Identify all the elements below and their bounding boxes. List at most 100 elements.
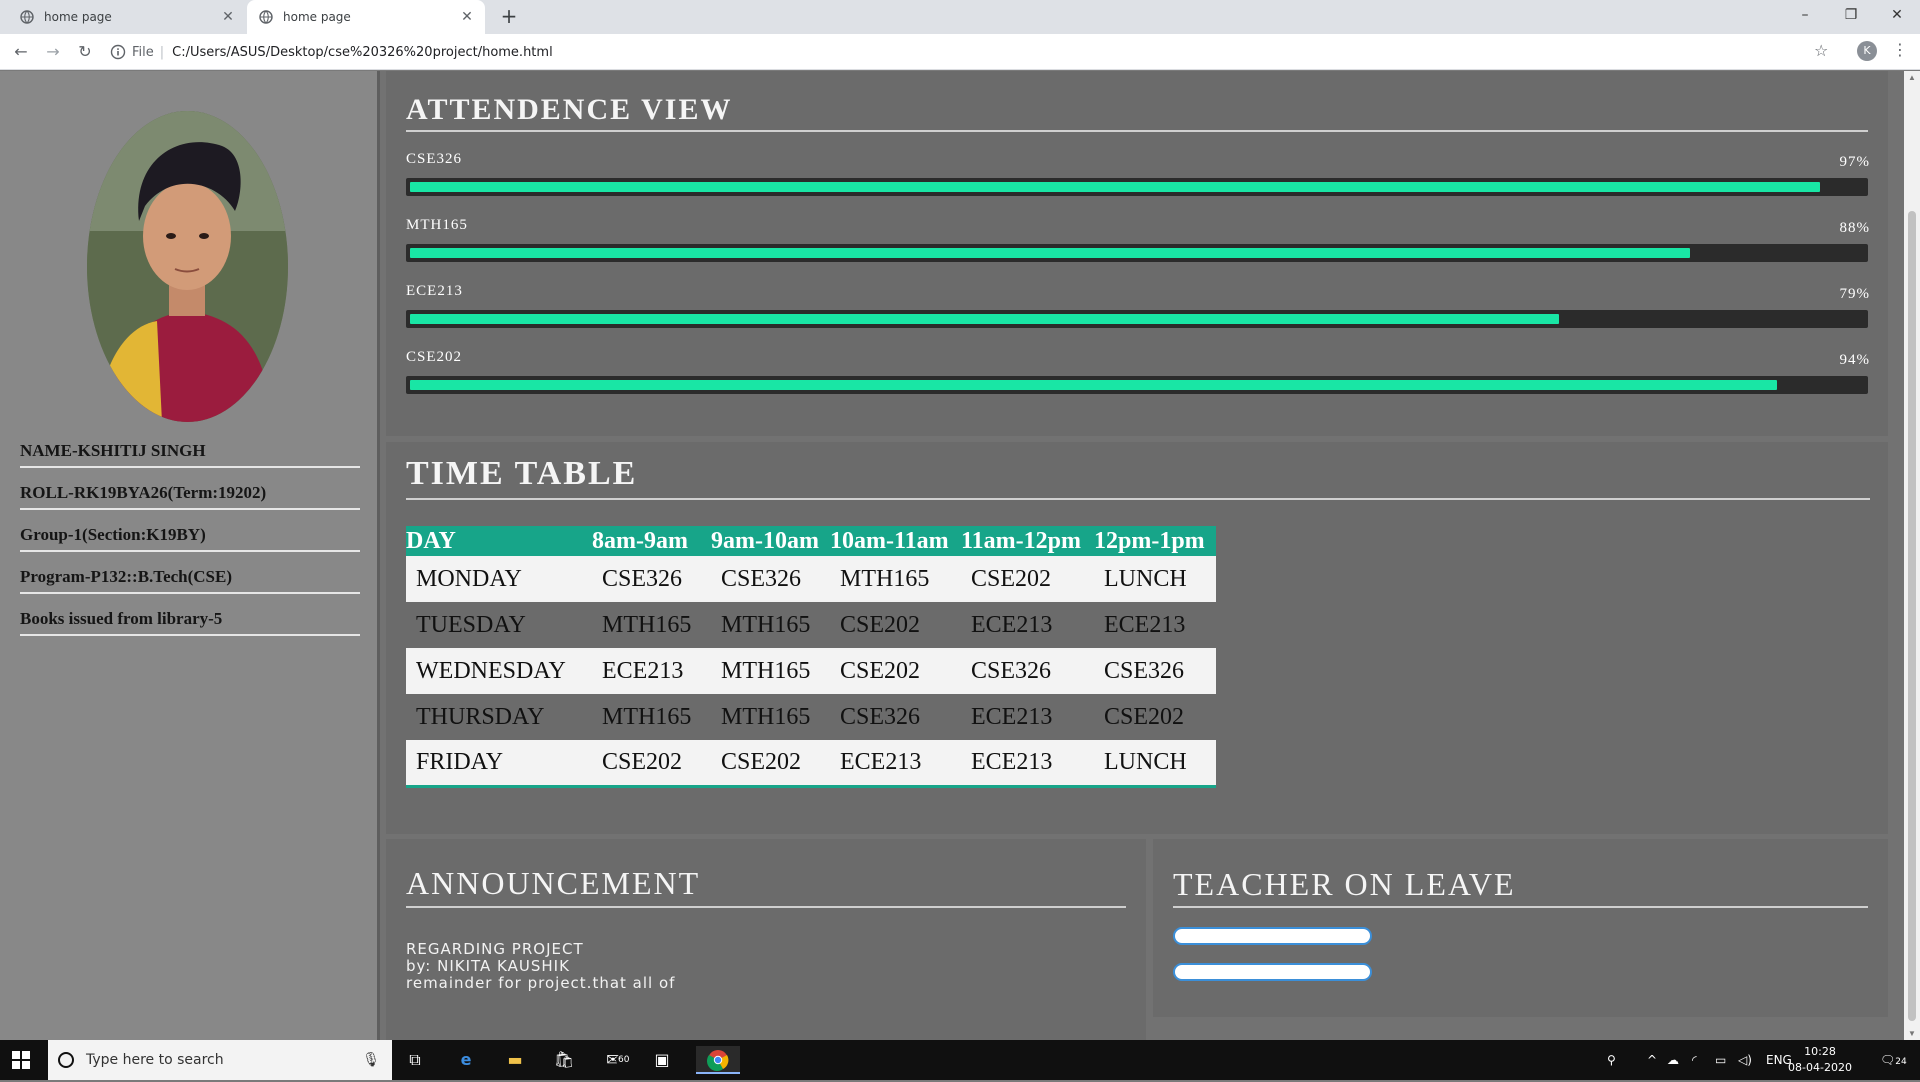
class-cell: ECE213 xyxy=(830,740,961,788)
page-viewport: NAME-KSHITIJ SINGH ROLL-RK19BYA26(Term:1… xyxy=(0,71,1904,1040)
title-divider xyxy=(406,130,1868,132)
class-cell: CSE202 xyxy=(961,556,1094,602)
progress-fill xyxy=(410,314,1559,324)
scrollbar-thumb[interactable] xyxy=(1908,211,1916,1021)
microphone-icon[interactable]: 🎙 xyxy=(362,1052,380,1068)
file-explorer-icon[interactable]: ▬ xyxy=(500,1046,530,1074)
leave-entry-field[interactable] xyxy=(1173,963,1372,981)
class-cell: CSE326 xyxy=(961,648,1094,694)
day-cell: THURSDAY xyxy=(406,694,592,740)
url-scheme-label: File xyxy=(132,44,154,60)
class-cell: MTH165 xyxy=(711,648,830,694)
address-bar[interactable]: File | C:/Users/ASUS/Desktop/cse%20326%2… xyxy=(110,38,1820,66)
notification-center-icon[interactable]: 🗨24 xyxy=(1880,1040,1907,1080)
wifi-icon[interactable]: ◜ xyxy=(1692,1040,1697,1080)
tab-title: home page xyxy=(283,10,351,24)
app-icon[interactable]: ▣ xyxy=(647,1046,677,1074)
task-view-icon[interactable]: ⧉ xyxy=(400,1046,430,1074)
taskbar-search-input[interactable]: Type here to search 🎙 xyxy=(48,1040,392,1080)
info-icon[interactable] xyxy=(110,44,126,60)
course-label: CSE326 xyxy=(406,151,463,167)
announcement-line: REGARDING PROJECT xyxy=(406,940,584,958)
announcement-panel: ANNOUNCEMENT REGARDING PROJECT by: NIKIT… xyxy=(386,839,1146,1040)
mail-icon[interactable]: ✉ 60 xyxy=(598,1046,632,1074)
class-cell: ECE213 xyxy=(592,648,711,694)
column-header: 9am-10am xyxy=(711,526,830,556)
windows-taskbar: Type here to search 🎙 ⧉ e ▬ 🛍 ✉ 60 ▣ ⚲ ^ … xyxy=(0,1040,1920,1080)
class-cell: CSE202 xyxy=(1094,694,1216,740)
class-cell: CSE202 xyxy=(830,648,961,694)
close-icon[interactable]: ✕ xyxy=(457,9,477,25)
day-cell: WEDNESDAY xyxy=(406,648,592,694)
title-divider xyxy=(406,498,1870,500)
close-icon[interactable]: ✕ xyxy=(218,9,238,25)
store-icon[interactable]: 🛍 xyxy=(549,1046,579,1074)
edge-browser-icon[interactable]: e xyxy=(451,1046,481,1074)
table-row: TUESDAY MTH165 MTH165 CSE202 ECE213 ECE2… xyxy=(406,602,1216,648)
attendance-title: ATTENDENCE VIEW xyxy=(406,93,733,126)
class-cell: ECE213 xyxy=(961,740,1094,788)
page-scrollbar[interactable]: ▲ ▼ xyxy=(1904,71,1920,1040)
announcement-line: remainder for project.that all of xyxy=(406,974,676,992)
class-cell: LUNCH xyxy=(1094,740,1216,788)
url-text[interactable]: C:/Users/ASUS/Desktop/cse%20326%20projec… xyxy=(172,45,553,60)
close-window-button[interactable]: ✕ xyxy=(1874,0,1920,30)
column-header: 10am-11am xyxy=(830,526,961,556)
scroll-down-arrow-icon[interactable]: ▼ xyxy=(1904,1029,1920,1038)
browser-tab[interactable]: home page ✕ xyxy=(8,0,246,34)
announcement-title: ANNOUNCEMENT xyxy=(406,865,701,901)
class-cell: LUNCH xyxy=(1094,556,1216,602)
search-placeholder: Type here to search xyxy=(86,1052,224,1068)
cortana-icon xyxy=(58,1052,74,1068)
chevron-up-icon[interactable]: ^ xyxy=(1647,1040,1657,1080)
timetable-heading: TIME TABLE xyxy=(406,455,638,492)
percent-label: 94% xyxy=(1839,352,1870,368)
forward-arrow-icon[interactable]: → xyxy=(42,41,64,63)
progress-fill xyxy=(410,248,1690,258)
column-header: 8am-9am xyxy=(592,526,711,556)
announcement-line: by: NIKITA KAUSHIK xyxy=(406,957,570,975)
mail-badge: 60 xyxy=(616,1054,632,1066)
percent-label: 79% xyxy=(1839,286,1870,302)
menu-kebab-icon[interactable]: ⋮ xyxy=(1892,40,1908,59)
people-icon[interactable]: ⚲ xyxy=(1607,1040,1616,1080)
attendance-panel: ATTENDENCE VIEW CSE326 97% MTH165 88% EC… xyxy=(386,71,1888,436)
onedrive-icon[interactable]: ☁ xyxy=(1667,1040,1679,1080)
leave-entry-field[interactable] xyxy=(1173,927,1372,945)
progress-track xyxy=(406,178,1868,196)
windows-start-icon[interactable] xyxy=(12,1051,30,1069)
profile-avatar[interactable]: K xyxy=(1857,41,1877,61)
reload-icon[interactable]: ↻ xyxy=(74,41,96,63)
class-cell: MTH165 xyxy=(711,694,830,740)
student-program: Program-P132::B.Tech(CSE) xyxy=(20,567,360,594)
clock-time: 10:28 xyxy=(1804,1045,1836,1058)
back-arrow-icon[interactable]: ← xyxy=(10,41,32,63)
scroll-up-arrow-icon[interactable]: ▲ xyxy=(1904,73,1920,82)
notification-count: 24 xyxy=(1895,1057,1907,1067)
table-row: FRIDAY CSE202 CSE202 ECE213 ECE213 LUNCH xyxy=(406,740,1216,788)
course-label: CSE202 xyxy=(406,349,463,365)
table-row: MONDAY CSE326 CSE326 MTH165 CSE202 LUNCH xyxy=(406,556,1216,602)
class-cell: CSE326 xyxy=(1094,648,1216,694)
globe-icon xyxy=(259,10,273,24)
course-label: MTH165 xyxy=(406,217,468,233)
table-row: WEDNESDAY ECE213 MTH165 CSE202 CSE326 CS… xyxy=(406,648,1216,694)
restore-button[interactable]: ❐ xyxy=(1828,0,1874,30)
bookmark-star-icon[interactable]: ☆ xyxy=(1814,41,1828,60)
student-roll: ROLL-RK19BYA26(Term:19202) xyxy=(20,483,360,510)
volume-icon[interactable]: ◁) xyxy=(1738,1040,1752,1080)
teacher-leave-title: TEACHER ON LEAVE xyxy=(1173,866,1516,902)
new-tab-button[interactable]: + xyxy=(498,6,520,28)
minimize-button[interactable]: – xyxy=(1782,0,1828,30)
battery-icon[interactable]: ▭ xyxy=(1715,1040,1726,1080)
system-clock[interactable]: 10:28 08-04-2020 xyxy=(1784,1044,1856,1076)
class-cell: MTH165 xyxy=(592,694,711,740)
clock-date: 08-04-2020 xyxy=(1788,1061,1852,1074)
browser-tab-active[interactable]: home page ✕ xyxy=(247,0,485,34)
class-cell: CSE202 xyxy=(592,740,711,788)
class-cell: CSE326 xyxy=(711,556,830,602)
title-divider xyxy=(406,906,1126,908)
student-name: NAME-KSHITIJ SINGH xyxy=(20,441,360,468)
class-cell: CSE202 xyxy=(711,740,830,788)
chrome-browser-icon[interactable] xyxy=(696,1046,740,1074)
